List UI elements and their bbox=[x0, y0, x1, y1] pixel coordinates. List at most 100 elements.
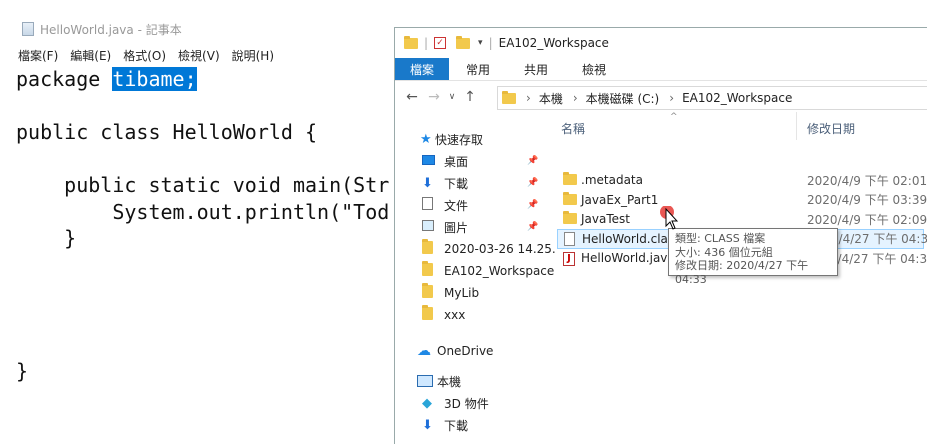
code-line: } bbox=[16, 358, 389, 385]
nav-item-label: 下載 bbox=[444, 176, 469, 191]
code-line: public class HelloWorld { bbox=[16, 119, 389, 146]
file-name: JavaEx_Part1 bbox=[581, 192, 659, 207]
nav-item[interactable]: 文件 📌 bbox=[395, 194, 545, 216]
breadcrumb-this-pc[interactable]: 本機 bbox=[539, 90, 563, 107]
file-name: JavaTest bbox=[581, 212, 630, 226]
recent-locations-chevron-icon[interactable]: ∨ bbox=[445, 92, 459, 102]
menu-format[interactable]: 格式(O) bbox=[123, 47, 166, 64]
folder-icon bbox=[422, 239, 433, 257]
tab-home[interactable]: 常用 bbox=[449, 58, 507, 80]
nav-this-pc[interactable]: 本機 bbox=[395, 370, 545, 392]
file-modified-date: 2020/4/9 下午 02:09 bbox=[807, 212, 927, 227]
nav-item-label: MyLib bbox=[444, 286, 480, 300]
nav-3d-objects[interactable]: ◆ 3D 物件 bbox=[395, 392, 545, 414]
code-line: System.out.println("Tod bbox=[16, 199, 389, 226]
file-row[interactable]: JavaTest 2020/4/9 下午 02:09 bbox=[557, 209, 927, 229]
up-arrow-icon[interactable]: ↑ bbox=[459, 89, 481, 105]
address-box[interactable]: › 本機 › 本機磁碟 (C:) › EA102_Workspace bbox=[497, 86, 927, 110]
download-icon: ⬇ bbox=[422, 417, 433, 433]
file-name: HelloWorld.cla bbox=[582, 231, 668, 246]
new-folder-icon[interactable] bbox=[456, 35, 471, 49]
breadcrumb-separator-icon: › bbox=[669, 91, 675, 105]
file-modified-date: 2020/4/9 下午 02:01 bbox=[807, 173, 927, 188]
column-headers: 名稱 ^ 修改日期 bbox=[553, 112, 927, 140]
file-row[interactable]: JavaEx_Part1 2020/4/9 下午 03:39 bbox=[557, 190, 927, 210]
java-file-icon: J bbox=[563, 250, 575, 266]
notepad-title: HelloWorld.java - 記事本 bbox=[40, 22, 182, 37]
notepad-editor[interactable]: package tibame; public class HelloWorld {… bbox=[16, 66, 389, 384]
nav-item[interactable]: ⬇ 下載 📌 bbox=[395, 172, 545, 194]
navigation-pane: ★ 快速存取 桌面 📌 ⬇ 下載 📌 文件 📌 圖片 📌 2020-03-26 14.25. EA1… bbox=[395, 124, 556, 445]
3d-objects-icon: ◆ bbox=[422, 395, 432, 411]
folder-icon bbox=[422, 305, 433, 323]
desktop-icon bbox=[422, 154, 435, 168]
menu-view[interactable]: 檢視(V) bbox=[178, 47, 220, 64]
breadcrumb-workspace[interactable]: EA102_Workspace bbox=[682, 91, 792, 105]
pin-icon: 📌 bbox=[527, 200, 539, 210]
nav-item-label: xxx bbox=[444, 308, 466, 322]
menu-edit[interactable]: 編輯(E) bbox=[70, 47, 111, 64]
column-header-modified[interactable]: 修改日期 bbox=[807, 120, 855, 137]
folder-icon bbox=[422, 261, 433, 279]
file-name: HelloWorld.java bbox=[581, 251, 675, 265]
menu-file[interactable]: 檔案(F) bbox=[18, 47, 58, 64]
code-text: public class HelloWorld { bbox=[16, 120, 318, 144]
address-bar-row: ← → ∨ ↑ › 本機 › 本機磁碟 (C:) › EA102_Workspa… bbox=[395, 82, 927, 112]
tab-share[interactable]: 共用 bbox=[507, 58, 565, 80]
nav-onedrive[interactable]: ☁ OneDrive bbox=[395, 340, 545, 362]
explorer-titlebar: | ✓ ▾ | EA102_Workspace bbox=[395, 28, 927, 58]
nav-quick-access[interactable]: ★ 快速存取 bbox=[395, 128, 545, 150]
star-icon: ★ bbox=[420, 131, 432, 147]
code-text: } bbox=[16, 358, 29, 383]
code-text: System.out.println("Tod bbox=[16, 199, 390, 224]
tab-file[interactable]: 檔案 bbox=[395, 58, 450, 80]
menu-help[interactable]: 說明(H) bbox=[232, 47, 274, 64]
cloud-icon: ☁ bbox=[417, 343, 431, 359]
nav-item-label: 桌面 bbox=[444, 154, 469, 169]
tooltip-modified: 修改日期: 2020/4/27 下午 04:33 bbox=[675, 259, 809, 286]
breadcrumb-drive-c[interactable]: 本機磁碟 (C:) bbox=[586, 90, 660, 107]
folder-icon bbox=[563, 191, 577, 208]
computer-icon bbox=[417, 375, 433, 387]
nav-item[interactable]: 桌面 📌 bbox=[395, 150, 545, 172]
column-header-name[interactable]: 名稱 bbox=[561, 120, 585, 137]
folder-icon bbox=[502, 90, 516, 104]
nav-item[interactable]: 2020-03-26 14.25. bbox=[395, 238, 556, 260]
properties-icon[interactable]: ✓ bbox=[434, 37, 447, 49]
file-modified-date: 2020/4/9 下午 03:39 bbox=[807, 193, 927, 207]
ribbon-tabs: 檔案 常用 共用 檢視 bbox=[395, 58, 927, 81]
nav-item[interactable]: MyLib bbox=[395, 282, 545, 304]
folder-icon bbox=[563, 172, 577, 188]
nav-item[interactable]: 圖片 📌 bbox=[395, 216, 545, 238]
notepad-icon bbox=[22, 22, 34, 36]
folder-icon bbox=[404, 35, 418, 49]
breadcrumb-separator-icon: › bbox=[572, 91, 578, 105]
tooltip-type: 類型: CLASS 檔案 bbox=[675, 232, 766, 245]
selected-text: tibame; bbox=[112, 67, 197, 91]
nav-item-label: EA102_Workspace bbox=[444, 264, 555, 278]
nav-item[interactable]: xxx bbox=[395, 304, 545, 326]
code-text: public static void main(Str bbox=[16, 173, 390, 197]
nav-item[interactable]: EA102_Workspace bbox=[395, 260, 554, 282]
file-name: .metadata bbox=[581, 173, 643, 187]
nav-item-label: 圖片 bbox=[444, 220, 469, 235]
breadcrumb-separator-icon: › bbox=[526, 91, 531, 105]
tab-view[interactable]: 檢視 bbox=[565, 58, 623, 80]
forward-arrow-icon[interactable]: → bbox=[423, 89, 445, 105]
pin-icon: 📌 bbox=[527, 178, 539, 188]
code-line: package tibame; bbox=[16, 66, 389, 93]
back-arrow-icon[interactable]: ← bbox=[401, 89, 423, 105]
explorer-title: EA102_Workspace bbox=[498, 36, 609, 50]
download-icon: ⬇ bbox=[422, 175, 433, 191]
picture-icon bbox=[422, 220, 434, 234]
file-row[interactable]: .metadata 2020/4/9 下午 02:01 bbox=[557, 170, 927, 190]
nav-pc-downloads[interactable]: ⬇ 下載 bbox=[395, 414, 545, 436]
quick-access-toolbar-dropdown-icon[interactable]: ▾ bbox=[478, 38, 483, 48]
mouse-cursor-icon bbox=[660, 206, 679, 230]
code-text: } bbox=[16, 226, 77, 250]
code-text: package bbox=[16, 67, 113, 91]
